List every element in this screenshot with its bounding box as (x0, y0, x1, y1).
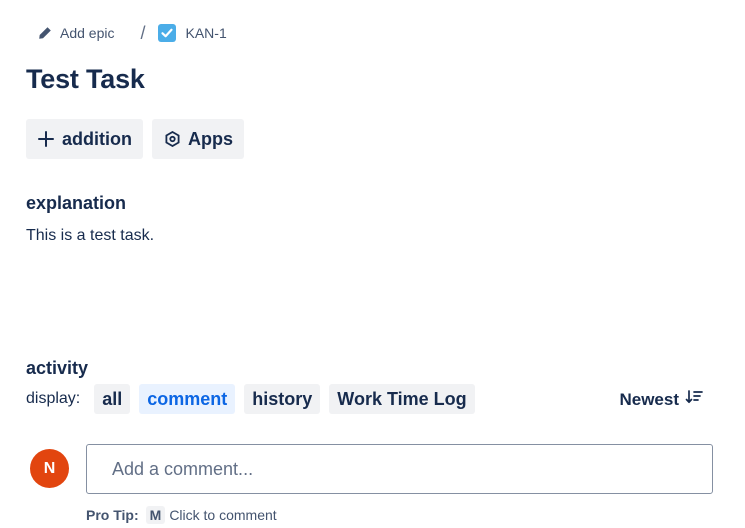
task-checkbox-icon (157, 24, 176, 42)
avatar[interactable]: N (30, 449, 69, 488)
apps-button-label: Apps (188, 128, 233, 149)
activity-filter-row: display: all comment history Work Time L… (26, 384, 484, 414)
sort-label: Newest (619, 389, 679, 409)
add-button[interactable]: addition (26, 119, 143, 159)
add-epic-label: Add epic (60, 25, 115, 41)
description-text[interactable]: This is a test task. (26, 227, 154, 245)
filter-work-time-log[interactable]: Work Time Log (329, 384, 475, 414)
issue-actions: addition Apps (26, 119, 244, 159)
pro-tip-text: Click to comment (169, 507, 277, 523)
keyboard-shortcut-key: M (145, 506, 166, 524)
plus-icon (38, 131, 54, 147)
filter-comment[interactable]: comment (139, 384, 236, 414)
breadcrumb: Add epic / KAN-1 (38, 22, 227, 44)
description-heading: explanation (26, 193, 127, 213)
issue-key: KAN-1 (185, 25, 227, 41)
hexagon-icon (165, 131, 180, 147)
comment-input[interactable] (86, 444, 713, 494)
issue-key-link[interactable]: KAN-1 (157, 24, 227, 42)
breadcrumb-separator: / (140, 22, 146, 43)
add-epic-link[interactable]: Add epic (38, 25, 114, 41)
filter-history[interactable]: history (244, 384, 321, 414)
apps-button[interactable]: Apps (152, 119, 244, 159)
sort-newest-button[interactable]: Newest (619, 389, 703, 410)
sort-descending-icon (679, 389, 703, 410)
pro-tip: Pro Tip: M Click to comment (86, 505, 277, 525)
add-button-label: addition (62, 128, 132, 149)
issue-title[interactable]: Test Task (26, 64, 145, 95)
pro-tip-label: Pro Tip: (86, 507, 139, 523)
display-label: display: (26, 390, 81, 407)
filter-all[interactable]: all (94, 384, 131, 414)
activity-heading: activity (26, 358, 89, 378)
issue-detail-panel: Add epic / KAN-1 Test Task addition Apps… (0, 0, 745, 528)
pencil-icon (38, 26, 52, 40)
